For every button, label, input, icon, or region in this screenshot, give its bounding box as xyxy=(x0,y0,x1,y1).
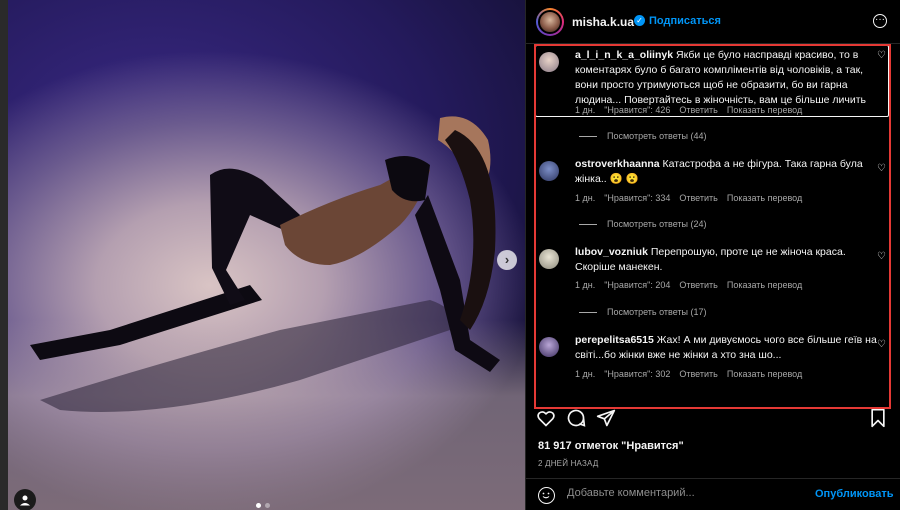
photo-figure xyxy=(30,116,500,412)
share-icon[interactable] xyxy=(596,408,616,428)
left-edge-strip xyxy=(0,0,8,510)
carousel-next-button[interactable]: › xyxy=(497,250,517,270)
post-photo[interactable]: › xyxy=(0,0,525,510)
verified-badge-icon: ✓ xyxy=(634,15,645,26)
likes-count[interactable]: 81 917 отметок "Нравится" xyxy=(538,440,684,452)
follow-button[interactable]: Подписаться xyxy=(649,15,721,27)
carousel-dot xyxy=(265,503,270,508)
carousel-dot-active xyxy=(256,503,261,508)
user-tag-icon[interactable] xyxy=(14,489,36,510)
comment-input[interactable] xyxy=(567,487,797,499)
author-avatar[interactable] xyxy=(536,8,564,36)
author-username[interactable]: misha.k.ua xyxy=(572,15,634,29)
post-header: misha.k.ua ✓ Подписаться ··· xyxy=(526,0,900,44)
highlight-annotation-box xyxy=(534,44,891,409)
heart-icon[interactable] xyxy=(536,408,556,428)
emoji-icon[interactable] xyxy=(538,487,555,504)
comment-composer: Опубликовать xyxy=(526,478,900,510)
carousel-dots xyxy=(256,503,270,508)
more-options-icon[interactable]: ··· xyxy=(873,14,887,28)
bookmark-icon[interactable] xyxy=(869,408,887,428)
publish-button[interactable]: Опубликовать xyxy=(815,488,894,500)
post-date[interactable]: 2 ДНЕЙ НАЗАД xyxy=(538,459,598,468)
comment-icon[interactable] xyxy=(566,408,586,428)
